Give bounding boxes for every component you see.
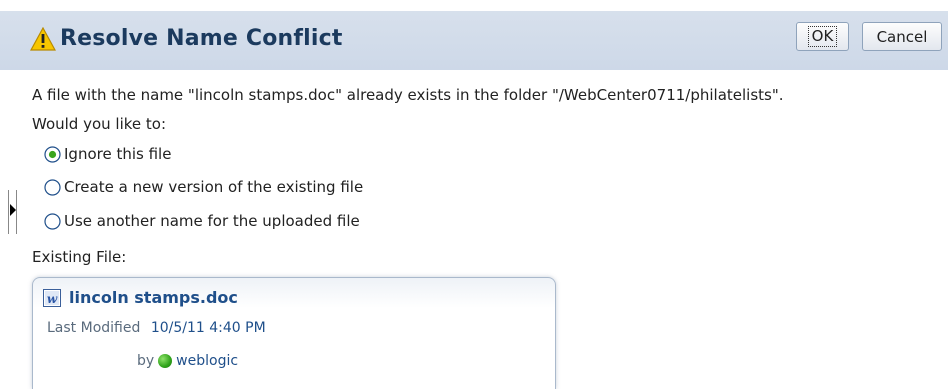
dialog-title: Resolve Name Conflict xyxy=(60,26,343,51)
ok-button[interactable]: OK xyxy=(796,22,849,51)
last-modified-value: 10/5/11 4:40 PM xyxy=(150,320,266,336)
conflict-message: A file with the name "lincoln stamps.doc… xyxy=(32,86,784,104)
expand-arrow-icon xyxy=(10,204,16,216)
title-area: Resolve Name Conflict xyxy=(29,26,343,51)
panel-expand-handle[interactable] xyxy=(8,190,17,234)
file-row: w lincoln stamps.doc xyxy=(43,288,238,307)
radio-selected-icon[interactable] xyxy=(44,145,61,163)
by-label: by xyxy=(137,353,155,369)
user-link[interactable]: weblogic xyxy=(176,353,238,369)
option-ignore-file[interactable]: Ignore this file xyxy=(44,145,171,163)
warning-icon xyxy=(29,26,57,51)
existing-file-label: Existing File: xyxy=(32,248,127,266)
modified-by-row: by weblogic xyxy=(137,353,238,369)
option-new-version-label: Create a new version of the existing fil… xyxy=(64,178,364,196)
ok-button-label: OK xyxy=(807,26,838,47)
cancel-button[interactable]: Cancel xyxy=(862,22,942,51)
option-another-name[interactable]: Use another name for the uploaded file xyxy=(44,212,360,230)
option-ignore-file-label: Ignore this file xyxy=(64,145,172,163)
radio-unselected-icon[interactable] xyxy=(44,212,61,230)
dialog-header: Resolve Name Conflict OK Cancel xyxy=(0,0,948,70)
radio-unselected-icon[interactable] xyxy=(44,178,61,196)
word-doc-icon: w xyxy=(43,288,61,307)
existing-file-card: w lincoln stamps.doc Last Modified 10/5/… xyxy=(32,277,556,389)
last-modified-row: Last Modified 10/5/11 4:40 PM xyxy=(47,320,266,336)
last-modified-label: Last Modified xyxy=(47,320,141,336)
file-name-link[interactable]: lincoln stamps.doc xyxy=(69,288,238,307)
svg-text:w: w xyxy=(47,292,58,306)
option-new-version[interactable]: Create a new version of the existing fil… xyxy=(44,178,363,196)
choice-prompt: Would you like to: xyxy=(32,115,167,133)
online-status-icon xyxy=(158,354,173,368)
option-another-name-label: Use another name for the uploaded file xyxy=(64,212,360,230)
resolve-name-conflict-dialog: Resolve Name Conflict OK Cancel A file w… xyxy=(0,0,948,389)
